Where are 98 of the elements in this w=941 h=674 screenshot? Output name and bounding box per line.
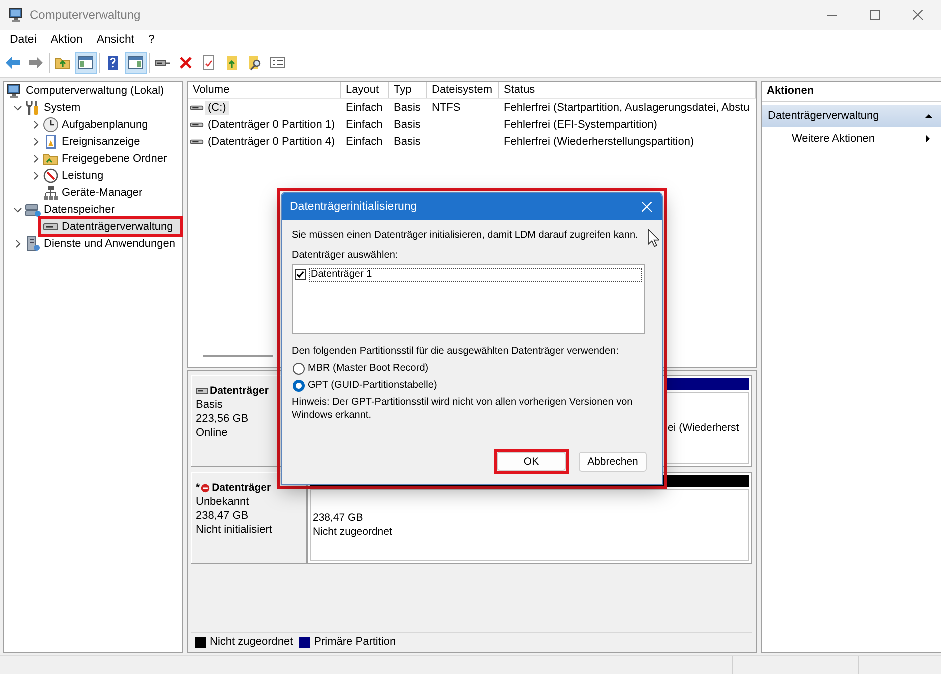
checkbox[interactable]: [295, 269, 306, 280]
disk-marker: *: [196, 481, 200, 495]
storage-icon: [25, 202, 41, 218]
partition-block[interactable]: 238,47 GB Nicht zugeordnet: [310, 489, 749, 561]
table-cell: Fehlerfrei (Wiederherstellungspartition): [504, 136, 694, 148]
menu-item[interactable]: Aktion: [50, 34, 83, 46]
tree-item[interactable]: Leistung: [43, 167, 107, 184]
table-cell: Einfach: [346, 102, 383, 114]
column-header[interactable]: Typ: [389, 82, 427, 98]
column-header[interactable]: Volume: [188, 82, 341, 98]
list-icon: [270, 55, 286, 71]
column-header[interactable]: Layout: [341, 82, 389, 98]
computer-icon: [9, 7, 25, 23]
tree-item[interactable]: Computerverwaltung (Lokal): [7, 82, 168, 99]
chevron-right-icon[interactable]: [32, 154, 40, 162]
forward-arrow-icon: [28, 55, 44, 71]
table-cell: Basis: [394, 102, 421, 114]
table-cell: Basis: [394, 118, 421, 130]
menu-item[interactable]: Datei: [10, 34, 37, 46]
drive-icon: [196, 385, 208, 397]
dialog-button[interactable]: Abbrechen: [579, 452, 647, 472]
menu-item[interactable]: Ansicht: [96, 34, 135, 46]
partition-block[interactable]: ei (Wiederherst: [665, 392, 749, 464]
scrollbar-thumb[interactable]: [203, 355, 273, 357]
menu-item[interactable]: ?: [148, 34, 155, 46]
radio-label[interactable]: GPT (GUID-Partitionstabelle): [308, 379, 438, 392]
search-icon: [247, 55, 263, 71]
tree-item[interactable]: Datenträgerverwaltung: [41, 219, 180, 234]
table-cell: Einfach: [346, 118, 383, 130]
toolbar-button[interactable]: [125, 52, 147, 74]
circle-slash-icon: [43, 168, 59, 184]
minus-circle-icon: [201, 484, 210, 492]
dialog-title: Datenträgerinitialisierung: [290, 200, 418, 212]
tools-icon: [25, 100, 41, 116]
tree-item[interactable]: Dienste und Anwendungen: [25, 235, 178, 252]
panel-heading: Aktionen: [762, 82, 941, 102]
table-cell: Fehlerfrei (EFI-Systempartition): [504, 118, 658, 130]
server-icon: [25, 236, 41, 252]
chevron-down-icon[interactable]: [14, 206, 22, 214]
table-cell: Basis: [394, 136, 421, 148]
tree-item[interactable]: System: [25, 99, 84, 116]
checklist-icon: [201, 55, 217, 71]
list-item[interactable]: Datenträger 1: [309, 268, 642, 282]
partition-text: ei (Wiederherst: [668, 421, 740, 435]
field-label: Den folgenden Partitionsstil für die ausgewählten Datenträger verwenden:: [292, 345, 619, 358]
help-icon: [105, 55, 121, 71]
drive-label[interactable]: (Datenträger 0 Partition 1): [205, 118, 338, 132]
dialog-message: Sie müssen einen Datenträger initialisieren, damit LDM darauf zugreifen kann.: [292, 229, 638, 242]
tree-item[interactable]: Datenspeicher: [25, 201, 118, 218]
chevron-right-icon[interactable]: [32, 120, 40, 128]
disk-info-text: Online: [196, 426, 229, 440]
radio-label[interactable]: MBR (Master Boot Record): [308, 362, 429, 375]
disk-title: Datenträger: [210, 384, 269, 398]
table-cell: NTFS: [432, 102, 461, 114]
computer-icon: [7, 82, 23, 98]
partition-text: 238,47 GB: [313, 511, 364, 525]
toolbar-button[interactable]: [75, 52, 97, 74]
back-arrow-icon: [5, 55, 21, 71]
chevron-right-icon[interactable]: [32, 172, 40, 180]
field-label: Datenträger auswählen:: [292, 249, 398, 262]
document-warning-icon: [43, 134, 59, 150]
chevron-right-icon[interactable]: [14, 240, 22, 248]
disk-list[interactable]: Datenträger 1: [292, 264, 645, 334]
disk-info-text: Unbekannt: [196, 495, 250, 509]
legend-label: Nicht zugeordnet: [210, 636, 294, 648]
dialog-button[interactable]: OK: [497, 452, 566, 471]
tree-item[interactable]: Aufgabenplanung: [43, 116, 152, 133]
disk-info-text: 238,47 GB: [196, 509, 250, 523]
drive-label[interactable]: (C:): [205, 100, 230, 114]
chevron-down-icon[interactable]: [14, 104, 22, 112]
column-header[interactable]: Status: [499, 82, 756, 98]
maximize-icon[interactable]: [870, 10, 880, 20]
tree-item[interactable]: Ereignisanzeige: [43, 133, 144, 150]
legend-label: Primäre Partition: [314, 636, 396, 648]
action-item[interactable]: Weitere Aktionen: [762, 129, 941, 149]
drive-label[interactable]: (Datenträger 0 Partition 4): [205, 134, 338, 148]
radio-button[interactable]: [293, 362, 305, 374]
action-section[interactable]: Datenträgerverwaltung: [762, 105, 941, 127]
document-up-icon: [224, 55, 240, 71]
column-header[interactable]: Dateisystem: [427, 82, 499, 98]
partition-text: Nicht zugeordnet: [313, 525, 394, 539]
disk-info-text: Nicht initialisiert: [196, 523, 274, 537]
table-cell: Fehlerfrei (Startpartition, Auslagerungsdatei, Abstu: [504, 102, 750, 114]
tree-item[interactable]: Freigegebene Ordner: [43, 150, 170, 167]
clock-icon: [43, 116, 59, 132]
tree-item[interactable]: Geräte-Manager: [43, 184, 146, 201]
chevron-right-icon[interactable]: [32, 138, 40, 146]
dialog-note: Hinweis: Der GPT-Partitionsstil wird nicht von allen vorherigen Versionen von Windows erkannt.: [292, 396, 634, 422]
device-tree-icon: [43, 184, 59, 200]
radio-button[interactable]: [293, 380, 305, 392]
panel-icon: [78, 55, 94, 71]
pointer-cursor-icon: [648, 229, 659, 247]
window-title: Computerverwaltung: [30, 8, 141, 22]
panel-icon: [128, 55, 144, 71]
close-icon[interactable]: [913, 10, 923, 20]
table-cell: Einfach: [346, 136, 383, 148]
cross-icon: [178, 55, 194, 71]
disk-title: Datenträger: [212, 481, 272, 495]
